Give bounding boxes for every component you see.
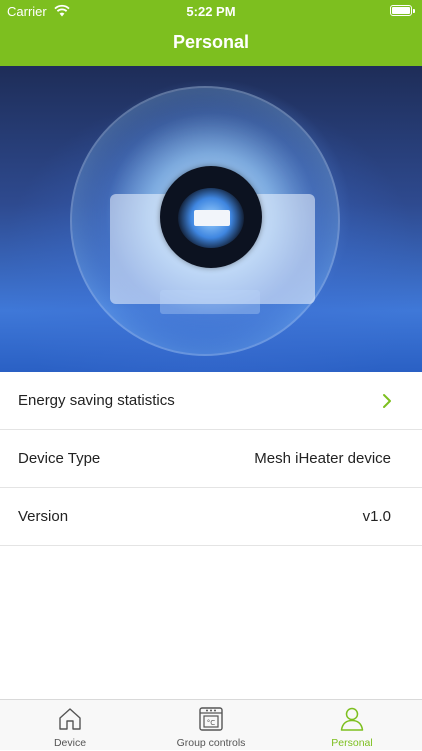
device-banner-image: [0, 66, 422, 372]
tab-bar: Device °C Group controls Personal: [0, 699, 422, 750]
row-label: Device Type: [18, 450, 101, 467]
tab-label: Personal: [331, 737, 373, 749]
page-title: Personal: [172, 32, 250, 52]
row-value: Mesh iHeater device: [254, 450, 391, 467]
status-time: 5:22 PM: [186, 4, 236, 19]
settings-list: Energy saving statistics Device Type Mes…: [0, 372, 422, 546]
tab-personal[interactable]: Personal: [282, 700, 422, 751]
person-icon: [340, 707, 364, 731]
tab-label: Group controls: [176, 737, 246, 749]
device-avatar: [160, 166, 262, 268]
row-label: Version: [18, 508, 69, 525]
tab-device[interactable]: Device: [0, 700, 140, 751]
heater-icon: [194, 210, 230, 226]
row-label: Energy saving statistics: [18, 392, 175, 409]
heater-label-plate: [160, 290, 260, 314]
svg-text:°C: °C: [207, 719, 216, 727]
status-bar: Carrier 5:22 PM: [0, 0, 422, 22]
heater-panel-icon: °C: [199, 707, 223, 731]
row-value: v1.0: [362, 508, 391, 525]
battery-icon: [390, 5, 415, 16]
chevron-right-icon: [383, 394, 391, 408]
version-row: Version v1.0: [0, 488, 422, 546]
energy-saving-statistics-row[interactable]: Energy saving statistics: [0, 372, 422, 430]
header: Carrier 5:22 PM Personal: [0, 0, 422, 66]
tab-group-controls[interactable]: °C Group controls: [141, 700, 281, 751]
house-icon: [59, 708, 81, 730]
tab-label: Device: [53, 737, 87, 749]
device-type-row: Device Type Mesh iHeater device: [0, 430, 422, 488]
